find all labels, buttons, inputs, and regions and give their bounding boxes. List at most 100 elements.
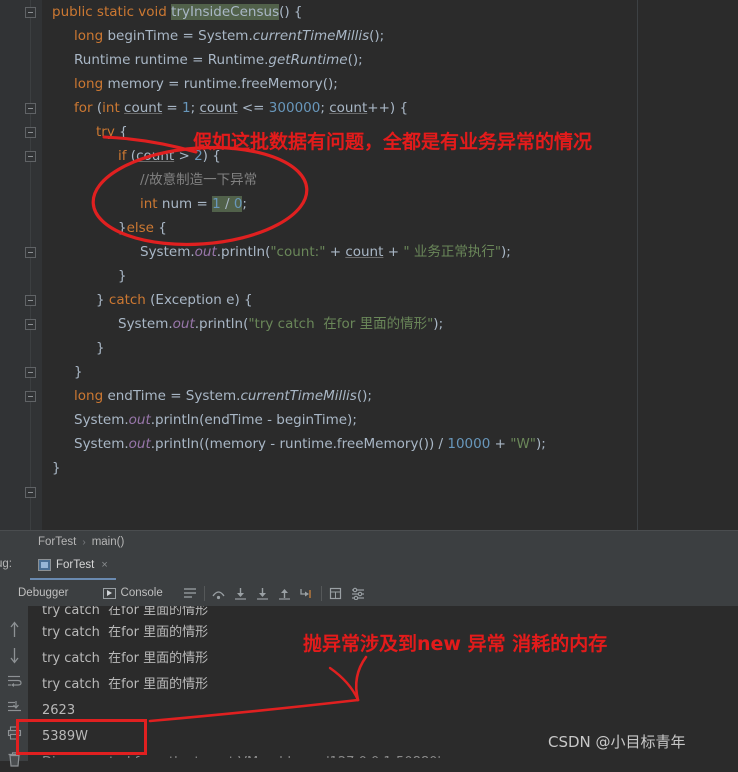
console-line: try catch 在for 里面的情形 (42, 677, 209, 692)
code-token: count (136, 148, 175, 164)
toolbar-divider (203, 585, 205, 601)
fold-marker[interactable] (25, 7, 36, 18)
code-token: "count:" (270, 244, 326, 260)
code-token: } (74, 364, 83, 380)
code-token: count (199, 100, 238, 116)
code-token: { (119, 124, 128, 140)
code-token: .println(endTime - beginTime); (150, 412, 357, 428)
code-token: } (118, 220, 127, 236)
code-line: public static void tryInsideCensus() { (42, 0, 738, 24)
code-line: System.out.println(endTime - beginTime); (42, 408, 738, 432)
code-token: / (220, 196, 234, 212)
scroll-up-icon[interactable] (0, 616, 28, 642)
code-line: long memory = runtime.freeMemory(); (42, 72, 738, 96)
code-token: } (96, 292, 109, 308)
code-line: } (42, 336, 738, 360)
console-line: try catch 在for 里面的情形 (42, 606, 209, 618)
fold-marker[interactable] (25, 127, 36, 138)
code-token: + (325, 244, 346, 260)
code-editor[interactable]: public static void tryInsideCensus() {lo… (0, 0, 738, 530)
scroll-down-icon[interactable] (0, 642, 28, 668)
code-token: .println( (194, 316, 249, 332)
code-token: count (329, 100, 368, 116)
debug-window-label: ug: (0, 558, 12, 570)
code-line: } (42, 264, 738, 288)
code-token: catch (108, 292, 151, 308)
code-token: out (128, 412, 151, 428)
code-token: long (74, 28, 108, 44)
code-token: //故意制造一下异常 (140, 172, 258, 188)
print-icon[interactable] (0, 720, 28, 746)
clear-all-icon[interactable] (0, 746, 28, 772)
soft-wrap-lines-icon[interactable] (0, 668, 28, 694)
code-token: ++) { (367, 100, 409, 116)
code-token: else (126, 220, 154, 236)
code-token: System. (74, 436, 129, 452)
editor-gutter[interactable] (0, 0, 42, 530)
breadcrumb-method[interactable]: main() (92, 536, 125, 548)
annotation-text-bottom: 抛异常涉及到new 异常 消耗的内存 (303, 633, 608, 655)
debug-toolbar[interactable]: Debugger Console (0, 580, 738, 608)
debug-session-icon (38, 559, 51, 571)
code-token: if (118, 148, 131, 164)
code-token: 1 (182, 100, 191, 116)
tab-debugger-label: Debugger (18, 587, 69, 599)
console-left-toolbar[interactable] (0, 606, 28, 767)
toolbar-divider (320, 585, 322, 601)
code-line: } (42, 456, 738, 480)
debug-session-tab[interactable]: ForTest × (30, 552, 116, 580)
code-token: "try catch 在for 里面的情形" (248, 316, 434, 332)
gutter-divider (30, 0, 31, 530)
code-token: out (128, 436, 151, 452)
fold-marker[interactable] (25, 103, 36, 114)
soft-wrap-icon[interactable] (179, 582, 201, 604)
force-step-into-icon[interactable] (252, 582, 274, 604)
tab-console[interactable]: Console (96, 580, 169, 608)
breadcrumb[interactable]: ForTest › main() (0, 530, 738, 553)
debug-session-tab-label: ForTest (56, 559, 95, 571)
code-line: System.out.println((memory - runtime.fre… (42, 432, 738, 456)
scroll-to-end-icon[interactable] (0, 694, 28, 720)
code-token: System. (118, 316, 173, 332)
code-token: num = (161, 196, 213, 212)
close-icon[interactable]: × (101, 559, 107, 571)
fold-marker[interactable] (25, 247, 36, 258)
code-token: long (74, 388, 108, 404)
code-token: long (74, 76, 108, 92)
code-token: currentTimeMillis (252, 28, 370, 44)
console-line: 2623 (42, 703, 76, 718)
fold-marker[interactable] (25, 391, 36, 402)
fold-marker[interactable] (25, 151, 36, 162)
code-token: for (74, 100, 97, 116)
code-content[interactable]: public static void tryInsideCensus() {lo… (42, 0, 738, 480)
code-line: System.out.println("try catch 在for 里面的情形… (42, 312, 738, 336)
code-token: memory = runtime.freeMemory(); (107, 76, 338, 92)
run-to-cursor-icon[interactable] (296, 582, 318, 604)
code-token: "W" (510, 436, 537, 452)
debug-window-header: ug: ForTest × (0, 552, 738, 580)
code-token: endTime = System. (107, 388, 241, 404)
breadcrumb-class[interactable]: ForTest (38, 536, 76, 548)
code-token: void (138, 4, 172, 20)
code-token: } (96, 340, 105, 356)
evaluate-expression-icon[interactable] (325, 582, 347, 604)
code-token: + (490, 436, 511, 452)
code-token: count (345, 244, 384, 260)
code-token: ); (433, 316, 444, 332)
code-token: currentTimeMillis (240, 388, 357, 404)
settings-icon[interactable] (347, 582, 369, 604)
step-over-icon[interactable] (208, 582, 230, 604)
fold-marker[interactable] (25, 487, 36, 498)
fold-marker[interactable] (25, 367, 36, 378)
code-token: System. (140, 244, 195, 260)
fold-marker[interactable] (25, 319, 36, 330)
code-token: } (118, 268, 127, 284)
tab-debugger[interactable]: Debugger (12, 580, 75, 606)
code-token: Runtime runtime = Runtime. (74, 52, 269, 68)
code-line: long beginTime = System.currentTimeMilli… (42, 24, 738, 48)
code-token: out (172, 316, 195, 332)
step-out-icon[interactable] (274, 582, 296, 604)
step-into-icon[interactable] (230, 582, 252, 604)
code-token: (); (347, 52, 363, 68)
fold-marker[interactable] (25, 295, 36, 306)
